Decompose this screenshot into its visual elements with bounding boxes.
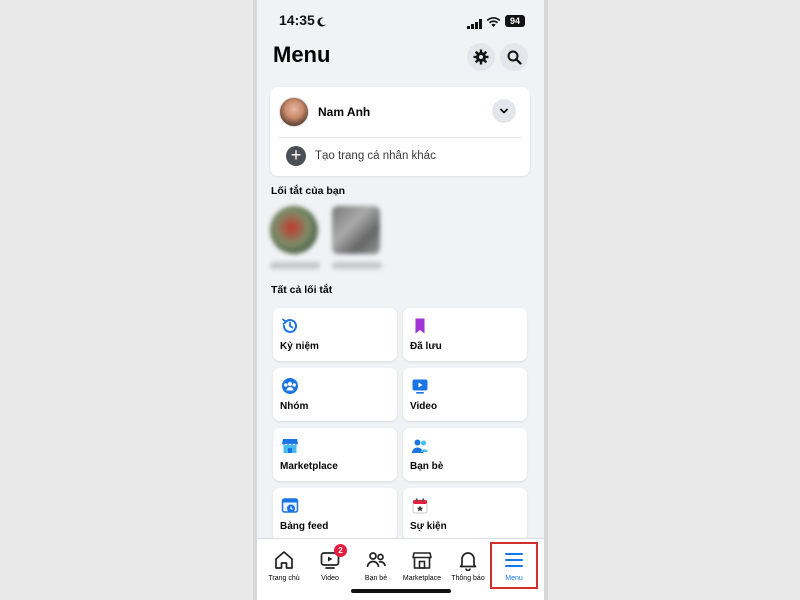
marketplace-shop-icon — [412, 552, 432, 569]
chevron-down-icon — [500, 108, 508, 114]
tab-video[interactable]: 2 Video — [308, 544, 352, 582]
groups-icon — [282, 378, 298, 394]
create-profile-label: Tạo trang cá nhân khác — [315, 150, 436, 162]
menu-highlight-box — [490, 542, 538, 589]
home-icon — [275, 551, 293, 569]
profile-card: Nam Anh + Tạo trang cá nhân khác — [270, 87, 530, 176]
profile-name: Nam Anh — [318, 105, 371, 119]
your-shortcuts-title: Lối tắt của bạn — [271, 185, 346, 197]
tile-saved[interactable]: Đã lưu — [403, 308, 527, 361]
tile-video[interactable]: Video — [403, 368, 527, 421]
gear-icon — [473, 49, 489, 65]
tile-memories[interactable]: Kỷ niệm — [273, 308, 397, 361]
tab-label: Marketplace — [402, 575, 442, 582]
tile-label: Bạn bè — [410, 461, 444, 472]
avatar — [279, 97, 309, 127]
tile-friends[interactable]: Bạn bè — [403, 428, 527, 481]
bell-icon — [459, 552, 477, 571]
memories-clock-icon — [282, 318, 297, 333]
tab-label: Video — [321, 575, 339, 582]
bottom-tab-bar: Trang chủ 2 Video Bạn bè Marketplace Thô… — [257, 538, 544, 600]
tile-label: Sự kiện — [410, 521, 447, 532]
tile-label: Kỷ niệm — [280, 341, 319, 352]
marketplace-shop-icon — [282, 439, 298, 453]
calendar-star-icon — [412, 498, 428, 514]
tab-home[interactable]: Trang chủ — [262, 549, 306, 582]
tab-label: Thông báo — [451, 575, 485, 582]
video-icon — [412, 379, 428, 394]
profile-row[interactable]: Nam Anh — [270, 87, 530, 137]
tile-label: Đã lưu — [410, 341, 442, 352]
feeds-icon — [281, 498, 299, 513]
tile-feeds[interactable]: Bảng feed — [273, 488, 397, 541]
shortcut-caption-blurred — [270, 262, 320, 269]
tile-label: Nhóm — [280, 401, 309, 412]
tab-label: Bạn bè — [364, 575, 388, 582]
shortcut-caption-blurred — [332, 262, 382, 269]
tab-friends[interactable]: Bạn bè — [354, 549, 398, 582]
battery-indicator: 94 — [505, 15, 525, 27]
search-button[interactable] — [500, 43, 528, 71]
tab-notifications[interactable]: Thông báo — [446, 549, 490, 582]
status-time: 14:35 — [279, 12, 315, 28]
shortcut-item[interactable] — [332, 206, 382, 269]
settings-button[interactable] — [467, 43, 495, 71]
signal-icon — [467, 16, 483, 34]
tab-marketplace[interactable]: Marketplace — [400, 549, 444, 582]
tile-label: Video — [410, 401, 438, 412]
phone-screen: 14:35 94 Menu Nam Anh + Tạo trang cá nhâ… — [257, 0, 544, 600]
page-title: Menu — [273, 42, 331, 67]
wifi-icon — [486, 15, 501, 33]
notification-badge: 2 — [334, 544, 347, 557]
phone-bezel-right — [544, 0, 548, 600]
tile-label: Marketplace — [280, 461, 338, 472]
shortcut-item[interactable] — [270, 206, 320, 269]
tile-label: Bảng feed — [280, 521, 329, 532]
tab-label: Trang chủ — [268, 575, 300, 582]
tile-groups[interactable]: Nhóm — [273, 368, 397, 421]
tile-events[interactable]: Sự kiện — [403, 488, 527, 541]
switch-profile-button[interactable] — [492, 99, 516, 123]
bookmark-icon — [415, 318, 425, 334]
search-icon — [507, 50, 522, 65]
status-bar: 14:35 94 — [257, 10, 544, 32]
shortcut-image — [332, 206, 380, 254]
friends-icon — [412, 439, 428, 453]
shortcut-image — [270, 206, 318, 254]
friends-icon — [366, 552, 386, 568]
moon-icon — [317, 14, 327, 32]
tile-marketplace[interactable]: Marketplace — [273, 428, 397, 481]
create-profile-row[interactable]: + Tạo trang cá nhân khác — [270, 138, 530, 176]
all-shortcuts-title: Tất cả lối tắt — [271, 284, 333, 296]
home-indicator — [351, 589, 451, 593]
plus-icon: + — [286, 146, 306, 166]
